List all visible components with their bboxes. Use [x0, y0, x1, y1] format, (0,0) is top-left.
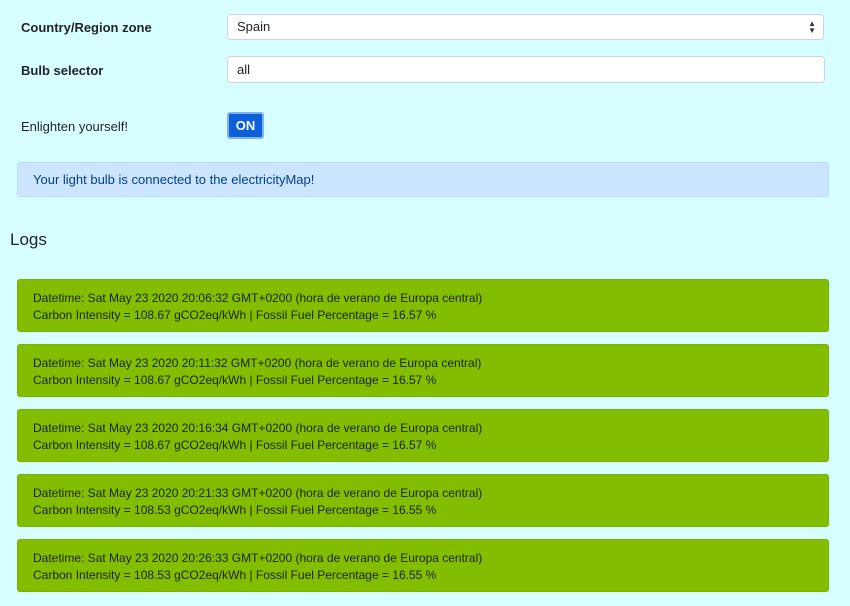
log-datetime: Datetime: Sat May 23 2020 20:26:33 GMT+0…: [33, 551, 483, 565]
log-item: Datetime: Sat May 23 2020 20:16:34 GMT+0…: [17, 409, 829, 462]
log-details: Carbon Intensity = 108.53 gCO2eq/kWh | F…: [33, 568, 437, 582]
log-details: Carbon Intensity = 108.53 gCO2eq/kWh | F…: [33, 503, 437, 517]
log-details: Carbon Intensity = 108.67 gCO2eq/kWh | F…: [33, 438, 437, 452]
log-datetime: Datetime: Sat May 23 2020 20:21:33 GMT+0…: [33, 486, 483, 500]
log-details: Carbon Intensity = 108.67 gCO2eq/kWh | F…: [33, 308, 437, 322]
log-item: Datetime: Sat May 23 2020 20:26:33 GMT+0…: [17, 539, 829, 592]
enlighten-label: Enlighten yourself!: [21, 119, 128, 134]
log-datetime: Datetime: Sat May 23 2020 20:06:32 GMT+0…: [33, 291, 483, 305]
log-datetime: Datetime: Sat May 23 2020 20:11:32 GMT+0…: [33, 356, 482, 370]
log-item: Datetime: Sat May 23 2020 20:21:33 GMT+0…: [17, 474, 829, 527]
log-item: Datetime: Sat May 23 2020 20:11:32 GMT+0…: [17, 344, 829, 397]
connection-alert: Your light bulb is connected to the elec…: [17, 162, 829, 197]
log-list: Datetime: Sat May 23 2020 20:06:32 GMT+0…: [17, 279, 829, 604]
country-region-value: Spain: [237, 19, 271, 34]
log-item: Datetime: Sat May 23 2020 20:06:32 GMT+0…: [17, 279, 829, 332]
country-region-label: Country/Region zone: [21, 20, 152, 35]
logs-title: Logs: [10, 230, 47, 249]
connection-alert-message: Your light bulb is connected to the elec…: [33, 172, 315, 187]
bulb-selector-value: all: [237, 62, 251, 77]
select-arrows-icon: ▲ ▼: [808, 19, 816, 35]
bulb-selector-input[interactable]: all: [227, 56, 825, 83]
log-datetime: Datetime: Sat May 23 2020 20:16:34 GMT+0…: [33, 421, 483, 435]
on-toggle-button[interactable]: ON: [227, 112, 264, 139]
log-details: Carbon Intensity = 108.67 gCO2eq/kWh | F…: [33, 373, 437, 387]
bulb-selector-label: Bulb selector: [21, 63, 104, 78]
country-region-select[interactable]: Spain ▲ ▼: [227, 14, 824, 40]
